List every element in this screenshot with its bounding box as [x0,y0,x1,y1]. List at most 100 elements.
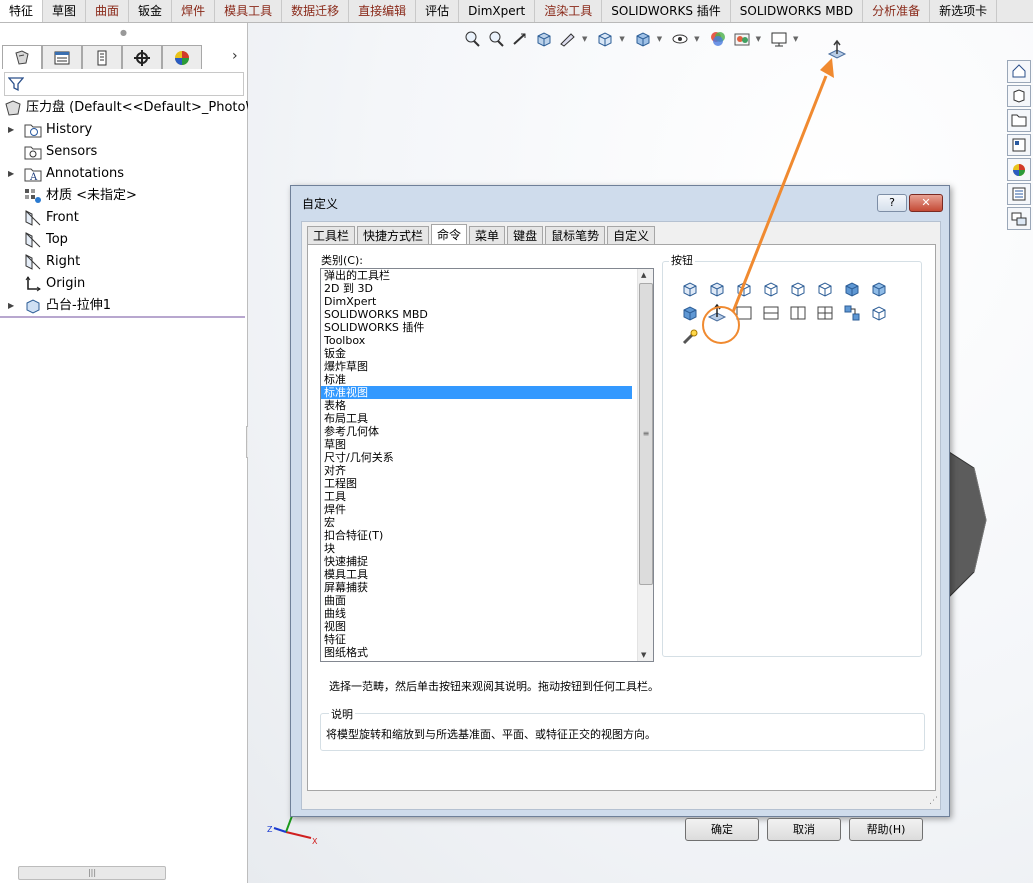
category-item[interactable]: SOLIDWORKS MBD [321,308,653,321]
rollback-bar[interactable] [0,316,245,318]
category-item[interactable]: SOLIDWORKS 插件 [321,321,653,334]
dialog-tab-4[interactable]: 键盘 [507,226,544,245]
tree-item[interactable]: Origin [0,273,247,295]
tab-2[interactable]: 曲面 [86,0,130,22]
horizontal-scrollbar[interactable]: ||| [18,866,166,880]
previous-view-icon[interactable] [510,29,530,49]
apply-scene-icon[interactable] [732,29,752,49]
category-item[interactable]: 快速捕捉 [321,555,653,568]
tree-item[interactable]: Sensors [0,141,247,163]
front-view-icon[interactable] [679,278,700,299]
view-palette-icon[interactable] [1007,133,1031,157]
category-item[interactable]: 曲线 [321,607,653,620]
tab-13[interactable]: 分析准备 [863,0,931,22]
category-item[interactable]: 弹出的工具栏 [321,269,653,282]
expand-arrow-icon[interactable]: ▶ [8,163,14,185]
display-style-icon[interactable] [633,29,653,49]
tab-8[interactable]: 评估 [416,0,460,22]
dialog-close-button[interactable]: ✕ [909,194,943,212]
category-item[interactable]: 工具 [321,490,653,503]
configuration-manager-icon[interactable] [82,45,122,69]
forum-icon[interactable] [1007,207,1031,231]
category-item[interactable]: 块 [321,542,653,555]
left-view-icon[interactable] [733,278,754,299]
category-item[interactable]: 模具工具 [321,568,653,581]
appearances-icon[interactable] [1007,158,1031,181]
dynamic-annotation-icon[interactable] [558,29,578,49]
category-item[interactable]: 图纸格式 [321,646,653,659]
dropdown-arrow-icon[interactable]: ▼ [694,35,699,43]
tree-item[interactable]: Front [0,207,247,229]
category-item[interactable]: 表格 [321,399,653,412]
dialog-tab-0[interactable]: 工具栏 [307,226,356,245]
edit-appearance-icon[interactable] [708,29,728,49]
dropdown-arrow-icon[interactable]: ▼ [756,35,761,43]
two-view-vertical-icon[interactable] [787,302,808,323]
two-view-horizontal-icon[interactable] [760,302,781,323]
file-explorer-icon[interactable] [1007,109,1031,132]
section-view-icon[interactable] [534,29,554,49]
single-view-icon[interactable] [733,302,754,323]
part-model[interactable] [946,450,1033,610]
design-library-icon[interactable] [1007,84,1031,108]
category-item[interactable]: 视图 [321,620,653,633]
hide-show-icon[interactable] [670,29,690,49]
view-cube-icon[interactable] [868,302,889,323]
chevron-right-icon[interactable]: › [232,48,238,64]
category-item[interactable]: 曲面 [321,594,653,607]
category-item[interactable]: 2D 到 3D [321,282,653,295]
tab-0[interactable]: 特征 [0,0,44,22]
bottom-view-icon[interactable] [814,278,835,299]
dimetric-view-icon[interactable] [679,302,700,323]
dimxpert-manager-icon[interactable] [122,45,162,69]
dropdown-arrow-icon[interactable]: ▼ [582,35,587,43]
four-view-icon[interactable] [814,302,835,323]
dialog-tab-1[interactable]: 快捷方式栏 [357,226,430,245]
tab-6[interactable]: 数据迁移 [282,0,350,22]
tree-item[interactable]: ▶ 凸台-拉伸1 [0,295,247,317]
category-item[interactable]: 爆炸草图 [321,360,653,373]
cancel-button[interactable]: 取消 [767,818,841,841]
category-item[interactable]: 扣合特征(T) [321,529,653,542]
tree-item[interactable]: 材质 <未指定> [0,185,247,207]
tree-item[interactable]: ▶ History [0,119,247,141]
tree-item[interactable]: Right [0,251,247,273]
category-item[interactable]: 钣金 [321,347,653,360]
category-item[interactable]: 屏幕捕获 [321,581,653,594]
scroll-down-icon[interactable]: ▼ [641,651,646,659]
back-view-icon[interactable] [706,278,727,299]
dialog-tab-6[interactable]: 自定义 [607,226,656,245]
category-item[interactable]: 尺寸/几何关系 [321,451,653,464]
tab-5[interactable]: 模具工具 [215,0,283,22]
tree-item[interactable]: 压力盘 (Default<<Default>_PhotoWor [0,97,271,119]
category-item[interactable]: 焊件 [321,503,653,516]
category-item[interactable]: 对齐 [321,464,653,477]
normal-to-icon[interactable] [826,38,848,60]
category-item[interactable]: 参考几何体 [321,425,653,438]
dropdown-arrow-icon[interactable]: ▼ [657,35,662,43]
link-views-icon[interactable] [841,302,862,323]
scroll-up-icon[interactable]: ▲ [641,271,646,279]
category-item[interactable]: Toolbox [321,334,653,347]
dialog-tab-5[interactable]: 鼠标笔势 [545,226,606,245]
help-button[interactable]: 帮助(H) [849,818,923,841]
category-item[interactable]: 草图 [321,438,653,451]
view-orientation-icon[interactable] [595,29,615,49]
view-settings-icon[interactable] [769,29,789,49]
scroll-thumb[interactable]: ≡ [639,283,653,585]
category-item[interactable]: 宏 [321,516,653,529]
right-view-icon[interactable] [760,278,781,299]
tab-7[interactable]: 直接编辑 [349,0,417,22]
category-item[interactable]: 布局工具 [321,412,653,425]
tree-item[interactable]: Top [0,229,247,251]
tree-item[interactable]: ▶ A Annotations [0,163,247,185]
category-scrollbar[interactable]: ▲ ≡ ▼ [637,269,653,661]
tab-9[interactable]: DimXpert [459,0,536,22]
property-manager-icon[interactable] [42,45,82,69]
category-item[interactable]: 特征 [321,633,653,646]
view-selector-icon[interactable] [679,326,700,347]
tab-11[interactable]: SOLIDWORKS 插件 [602,0,731,22]
resize-grip-icon[interactable]: ⋰ [929,796,938,806]
zoom-to-area-icon[interactable] [486,29,506,49]
isometric-view-icon[interactable] [841,278,862,299]
